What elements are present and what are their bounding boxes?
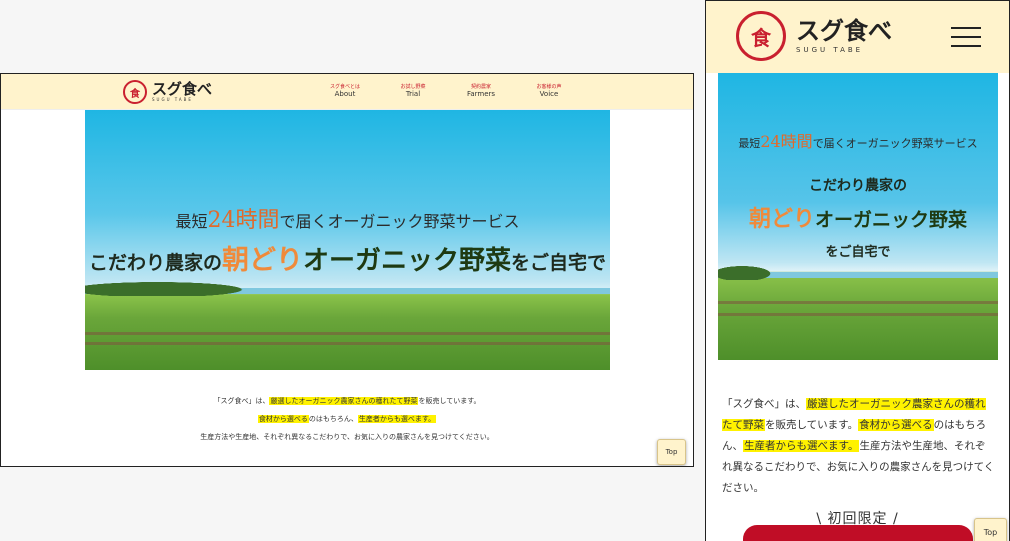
mobile-hero-line3: 朝どりオーガニック野菜: [748, 206, 968, 232]
mobile-preview: 食 スグ食べ SUGU TABE 最短24時間で届くオーガニック野菜サービス こ…: [705, 0, 1010, 541]
mobile-header: 食 スグ食べ SUGU TABE: [706, 1, 1009, 73]
hero-catch-line1: 最短24時間で届くオーガニック野菜サービス: [175, 208, 520, 233]
site-logo[interactable]: 食 スグ食べ SUGU TABE: [123, 79, 212, 105]
sugu-tabe-logo-icon: 食: [736, 11, 786, 61]
mobile-logo[interactable]: 食 スグ食べ SUGU TABE: [736, 11, 892, 61]
mobile-hero-line2: こだわり農家の: [809, 178, 907, 194]
global-nav: スグ食べとは About お試し野菜 Trial 契約農家 Farmers お客…: [311, 84, 583, 98]
mobile-intro-text: 「スグ食べ」は、厳選したオーガニック農家さんの穫れたて野菜を販売しています。食材…: [722, 398, 995, 494]
logo-name-en: SUGU TABE: [796, 45, 864, 54]
hamburger-menu-icon[interactable]: [951, 27, 981, 47]
logo-name: スグ食べ: [152, 80, 213, 98]
sugu-tabe-logo-icon: 食: [123, 80, 147, 104]
nav-item-farmers[interactable]: 契約農家 Farmers: [447, 84, 515, 98]
hero-trees: [85, 280, 265, 296]
intro-text: 「スグ食べ」は、厳選したオーガニック農家さんの穫れたて野菜を販売しています。 食…: [200, 397, 494, 441]
desktop-preview: 食 スグ食べ SUGU TABE スグ食べとは About お試し野菜 Tria…: [0, 73, 694, 467]
mobile-hero-image: 最短24時間で届くオーガニック野菜サービス こだわり農家の 朝どりオーガニック野…: [718, 73, 998, 360]
trial-cta-button[interactable]: [743, 525, 973, 541]
logo-name: スグ食べ: [796, 16, 892, 45]
nav-item-voice[interactable]: お客様の声 Voice: [515, 84, 583, 98]
back-to-top-button[interactable]: Top: [657, 439, 686, 465]
nav-item-about[interactable]: スグ食べとは About: [311, 84, 379, 98]
site-header: 食 スグ食べ SUGU TABE スグ食べとは About お試し野菜 Tria…: [1, 74, 693, 110]
logo-name-en: SUGU TABE: [152, 97, 193, 102]
mobile-hero-line4: をご自宅で: [825, 245, 891, 260]
hero-image: 最短24時間で届くオーガニック野菜サービス こだわり農家の朝どりオーガニック野菜…: [85, 110, 610, 370]
nav-item-trial[interactable]: お試し野菜 Trial: [379, 84, 447, 98]
back-to-top-button[interactable]: Top: [974, 518, 1007, 541]
hero-catch-line2: こだわり農家の朝どりオーガニック野菜をご自宅で: [88, 245, 607, 276]
mobile-hero-line1: 最短24時間で届くオーガニック野菜サービス: [738, 132, 978, 151]
